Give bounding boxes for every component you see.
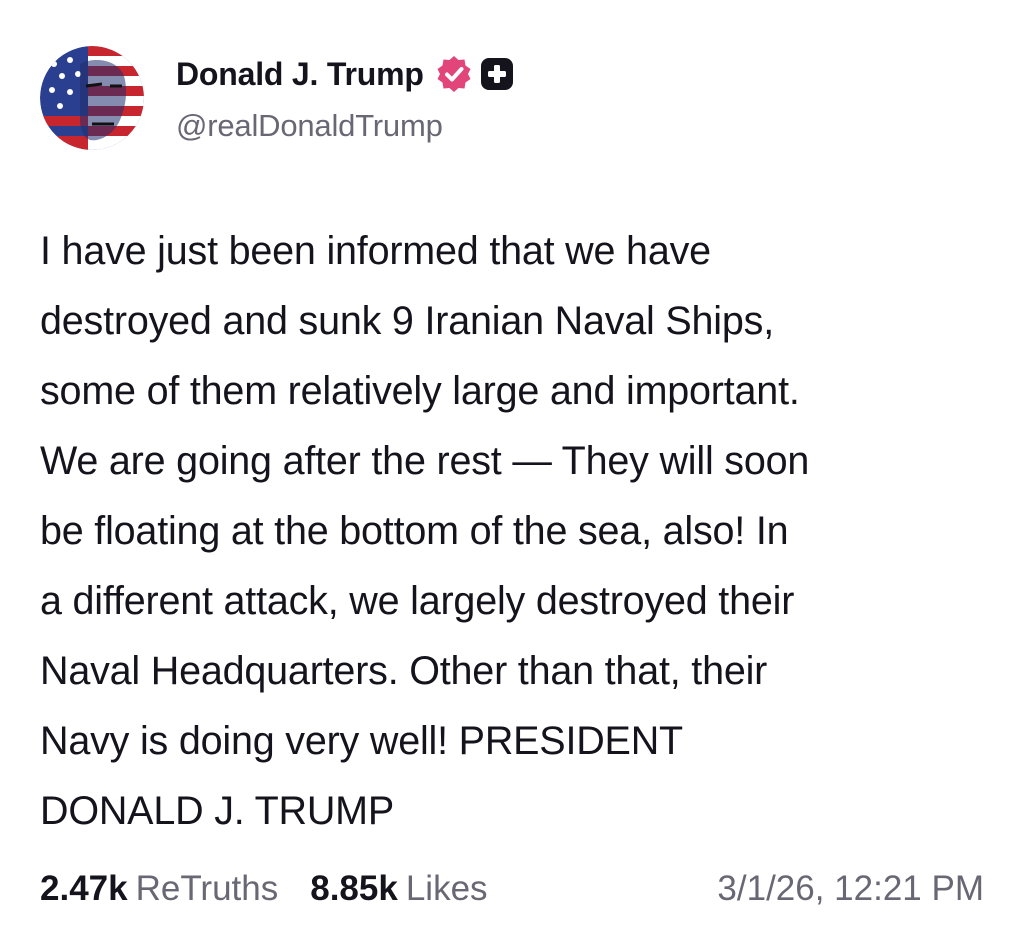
author-name-row: Donald J. Trump: [176, 52, 514, 96]
post-text-line: We are going after the rest — They will …: [40, 439, 810, 483]
likes-count: 8.85k: [310, 869, 398, 908]
post-text-line: I have just been informed that we have: [40, 229, 711, 273]
post-text-line: DONALD J. TRUMP: [40, 789, 395, 833]
display-name[interactable]: Donald J. Trump: [176, 56, 424, 93]
likes-stat[interactable]: 8.85k Likes: [310, 869, 487, 909]
post-text-line: Naval Headquarters. Other than that, the…: [40, 649, 768, 693]
post-text-line: a different attack, we largely destroyed…: [40, 579, 795, 623]
likes-label: Likes: [405, 869, 488, 908]
post-text-line: some of them relatively large and import…: [40, 369, 800, 413]
flag-portrait-avatar: [40, 46, 144, 150]
author-handle[interactable]: @realDonaldTrump: [176, 108, 443, 144]
retruths-count: 2.47k: [40, 869, 128, 908]
truth-post: Donald J. Trump @realDonaldTrump I have …: [0, 0, 1024, 940]
avatar[interactable]: [40, 46, 144, 150]
post-body: I have just been informed that we have d…: [40, 216, 1000, 846]
plus-badge-icon: [480, 57, 514, 91]
post-text-line: Navy is doing very well! PRESIDENT: [40, 719, 683, 763]
post-text-line: be floating at the bottom of the sea, al…: [40, 509, 789, 553]
post-timestamp[interactable]: 3/1/26, 12:21 PM: [717, 869, 984, 909]
post-text-line: destroyed and sunk 9 Iranian Naval Ships…: [40, 299, 774, 343]
post-stats: 2.47k ReTruths 8.85k Likes 3/1/26, 12:21…: [40, 864, 984, 914]
verified-badge-icon: [434, 54, 474, 94]
retruths-stat[interactable]: 2.47k ReTruths: [40, 869, 278, 909]
retruths-label: ReTruths: [135, 869, 279, 908]
